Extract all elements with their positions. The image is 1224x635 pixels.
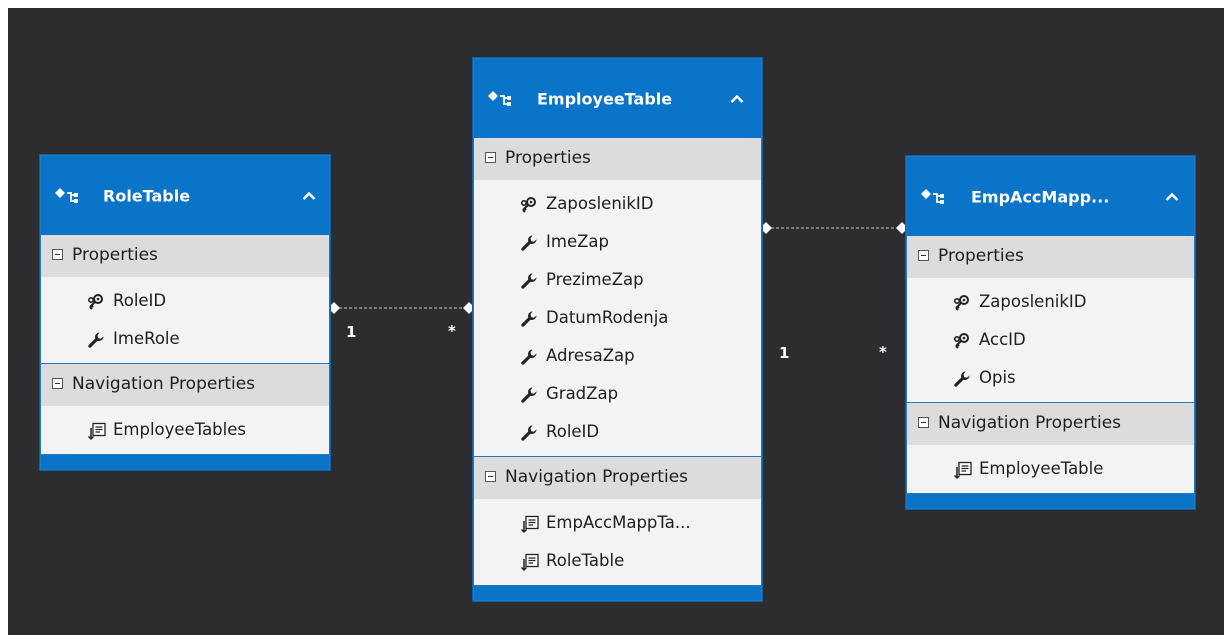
- section-label: Navigation Properties: [72, 374, 256, 394]
- section-label: Navigation Properties: [938, 413, 1122, 433]
- section-label: Properties: [72, 245, 158, 265]
- entity-footer: [474, 586, 761, 600]
- section-body: EmployeeTable: [907, 445, 1194, 494]
- item-label: EmpAccMappTa...: [546, 513, 691, 532]
- property-item[interactable]: AccID: [907, 322, 1194, 360]
- collapse-chevron-icon[interactable]: [1164, 189, 1180, 205]
- entity-type-icon: [486, 90, 512, 108]
- collapse-toggle-icon[interactable]: [918, 250, 929, 261]
- section-body: ZaposlenikID AccID Opis: [907, 278, 1194, 403]
- wrench-icon: [520, 424, 538, 442]
- item-label: RoleID: [546, 422, 600, 441]
- item-label: ImeZap: [546, 232, 609, 251]
- item-label: RoleTable: [546, 551, 625, 570]
- multiplicity-label: 1: [346, 323, 357, 341]
- section-body: ZaposlenikID ImeZap PrezimeZap DatumRodenja…: [474, 180, 761, 457]
- entity-footer: [41, 455, 329, 469]
- key-icon: [953, 332, 971, 350]
- navigation-properties-section-header[interactable]: Navigation Properties: [474, 457, 761, 499]
- property-item[interactable]: ZaposlenikID: [474, 186, 761, 224]
- property-item[interactable]: AdresaZap: [474, 338, 761, 376]
- item-label: AccID: [979, 330, 1026, 349]
- property-item[interactable]: RoleID: [41, 283, 329, 321]
- item-label: ZaposlenikID: [979, 292, 1087, 311]
- entity-empaccmapp[interactable]: EmpAccMapp... Properties ZaposlenikID AccI…: [906, 156, 1195, 509]
- item-label: EmployeeTables: [113, 420, 246, 439]
- entity-header[interactable]: RoleTable: [41, 156, 329, 235]
- wrench-icon: [520, 348, 538, 366]
- section-body: EmployeeTables: [41, 406, 329, 455]
- property-item[interactable]: ImeRole: [41, 321, 329, 359]
- entity-title: EmployeeTable: [537, 89, 673, 108]
- collapse-toggle-icon[interactable]: [485, 152, 496, 163]
- wrench-icon: [520, 272, 538, 290]
- collapse-toggle-icon[interactable]: [918, 417, 929, 428]
- collapse-chevron-icon[interactable]: [301, 188, 317, 204]
- multiplicity-label: *: [879, 343, 887, 361]
- section-label: Properties: [505, 148, 591, 168]
- navigation-property-item[interactable]: EmployeeTable: [907, 451, 1194, 489]
- navigation-properties-section-header[interactable]: Navigation Properties: [41, 364, 329, 406]
- property-item[interactable]: ImeZap: [474, 224, 761, 262]
- navigation-property-icon: [87, 422, 106, 441]
- section-label: Navigation Properties: [505, 467, 689, 487]
- item-label: DatumRodenja: [546, 308, 669, 327]
- item-label: ImeRole: [113, 329, 180, 348]
- collapse-toggle-icon[interactable]: [52, 249, 63, 260]
- collapse-toggle-icon[interactable]: [485, 471, 496, 482]
- entity-type-icon: [53, 187, 79, 205]
- item-label: GradZap: [546, 384, 619, 403]
- property-item[interactable]: ZaposlenikID: [907, 284, 1194, 322]
- wrench-icon: [520, 234, 538, 252]
- entity-header[interactable]: EmpAccMapp...: [907, 157, 1194, 236]
- collapse-toggle-icon[interactable]: [52, 378, 63, 389]
- key-icon: [520, 196, 538, 214]
- key-icon: [953, 294, 971, 312]
- entity-type-icon: [919, 188, 945, 206]
- item-label: EmployeeTable: [979, 459, 1104, 478]
- wrench-icon: [87, 331, 105, 349]
- item-label: Opis: [979, 368, 1016, 387]
- entity-footer: [907, 494, 1194, 508]
- navigation-property-icon: [953, 461, 972, 480]
- navigation-property-item[interactable]: EmpAccMappTa...: [474, 505, 761, 543]
- entity-employeetable[interactable]: EmployeeTable Properties ZaposlenikID ImeZ…: [473, 58, 762, 601]
- navigation-property-item[interactable]: RoleTable: [474, 543, 761, 581]
- collapse-chevron-icon[interactable]: [729, 91, 745, 107]
- property-item[interactable]: Opis: [907, 360, 1194, 398]
- multiplicity-label: *: [448, 322, 456, 340]
- property-item[interactable]: DatumRodenja: [474, 300, 761, 338]
- entity-title: EmpAccMapp...: [971, 187, 1110, 206]
- section-label: Properties: [938, 246, 1024, 266]
- entity-header[interactable]: EmployeeTable: [474, 59, 761, 138]
- navigation-property-item[interactable]: EmployeeTables: [41, 412, 329, 450]
- properties-section-header[interactable]: Properties: [907, 236, 1194, 278]
- section-body: RoleID ImeRole: [41, 277, 329, 364]
- item-label: AdresaZap: [546, 346, 635, 365]
- section-body: EmpAccMappTa... RoleTable: [474, 499, 761, 586]
- property-item[interactable]: PrezimeZap: [474, 262, 761, 300]
- wrench-icon: [520, 310, 538, 328]
- item-label: PrezimeZap: [546, 270, 644, 289]
- entity-title: RoleTable: [103, 186, 191, 205]
- item-label: RoleID: [113, 291, 167, 310]
- wrench-icon: [953, 370, 971, 388]
- property-item[interactable]: RoleID: [474, 414, 761, 452]
- navigation-property-icon: [520, 515, 539, 534]
- properties-section-header[interactable]: Properties: [41, 235, 329, 277]
- wrench-icon: [520, 386, 538, 404]
- entity-roletable[interactable]: RoleTable Properties RoleID ImeRole Navigat…: [40, 155, 330, 470]
- property-item[interactable]: GradZap: [474, 376, 761, 414]
- navigation-property-icon: [520, 553, 539, 572]
- key-icon: [87, 293, 105, 311]
- multiplicity-label: 1: [779, 344, 790, 362]
- navigation-properties-section-header[interactable]: Navigation Properties: [907, 403, 1194, 445]
- item-label: ZaposlenikID: [546, 194, 654, 213]
- properties-section-header[interactable]: Properties: [474, 138, 761, 180]
